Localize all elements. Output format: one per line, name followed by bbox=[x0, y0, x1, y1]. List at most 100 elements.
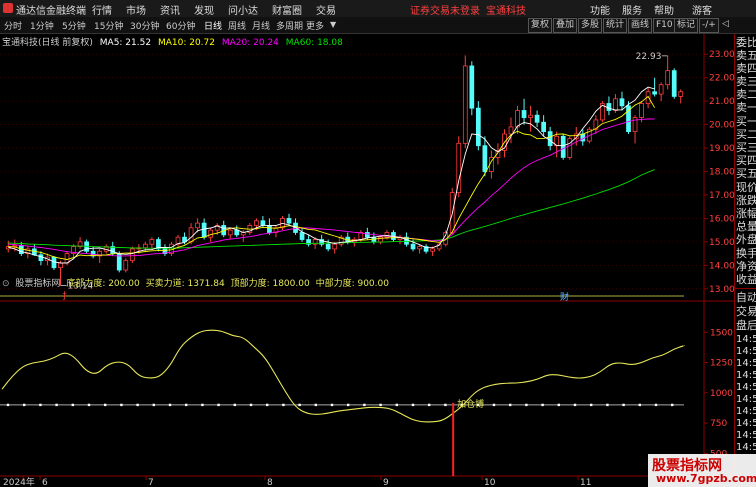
panel-trade[interactable]: 交易 bbox=[736, 306, 756, 318]
period-60min[interactable]: 60分钟 bbox=[166, 19, 195, 32]
btn-diejia[interactable]: 叠加 bbox=[553, 18, 578, 33]
period-30min[interactable]: 30分钟 bbox=[130, 19, 159, 32]
period-monthly[interactable]: 月线 bbox=[252, 19, 270, 32]
title-bar: 通达信金融终端 行情 市场 资讯 发现 问小达 财富圈 交易 证券交易未登录 宝… bbox=[0, 0, 756, 18]
period-toolbar: 分时 1分钟 5分钟 15分钟 30分钟 60分钟 日线 周线 月线 多周期 更… bbox=[0, 17, 756, 34]
menu-gongneng[interactable]: 功能 bbox=[590, 2, 610, 17]
candle-body bbox=[201, 222, 207, 238]
site-watermark: 股票指标网 www.7gpzb.com bbox=[648, 454, 756, 487]
candle-body bbox=[456, 142, 462, 194]
candle-body bbox=[619, 98, 625, 107]
menu-bangzhu[interactable]: 帮助 bbox=[654, 2, 674, 17]
x-tick-label: 8 bbox=[267, 478, 273, 487]
candle-body bbox=[475, 107, 481, 147]
stock-title: 宝通科技(日线 前复权) bbox=[2, 38, 93, 48]
high-price-label: 22.93 bbox=[636, 52, 662, 62]
mid-level-dot bbox=[379, 403, 382, 407]
btn-tongji[interactable]: 统计 bbox=[603, 18, 628, 33]
candle-body bbox=[580, 133, 586, 142]
price-tick-label: 21.00 bbox=[709, 97, 734, 107]
period-5min[interactable]: 5分钟 bbox=[62, 19, 86, 32]
candle-body bbox=[482, 145, 488, 172]
btn-fuquan[interactable]: 复权 bbox=[528, 18, 553, 33]
period-more[interactable]: 更多 bbox=[306, 19, 324, 32]
btn-duogu[interactable]: 多股 bbox=[578, 18, 603, 33]
menu-faxian[interactable]: 发现 bbox=[194, 2, 214, 17]
period-multi[interactable]: 多周期 bbox=[276, 19, 303, 32]
mid-level-dot bbox=[509, 403, 512, 407]
candle-body bbox=[560, 135, 566, 158]
menu-hangqing[interactable]: 行情 bbox=[92, 2, 112, 17]
user-guest[interactable]: 游客 bbox=[692, 2, 712, 17]
candle-body bbox=[58, 262, 63, 269]
indicator-name[interactable]: 股票指标网 bbox=[15, 279, 60, 289]
candle-body bbox=[665, 70, 671, 86]
x-tick-label: 2024年 bbox=[3, 476, 35, 487]
mid-level-dot bbox=[201, 403, 204, 407]
price-tick-label: 19.00 bbox=[709, 144, 734, 154]
quote-netasset: 净资 bbox=[736, 260, 756, 273]
candle-body bbox=[658, 84, 664, 95]
menu-fuwu[interactable]: 服务 bbox=[622, 2, 642, 17]
indicator-tick-label: 1250 bbox=[710, 359, 733, 369]
period-fenshi[interactable]: 分时 bbox=[4, 19, 22, 32]
tick-time: 14:5 bbox=[736, 334, 756, 345]
candle-body bbox=[639, 103, 644, 118]
top-force: 顶部力度: 1800.00 bbox=[230, 279, 310, 289]
mid-level-dot bbox=[606, 403, 609, 407]
trade-login-alert[interactable]: 证券交易未登录 bbox=[410, 2, 480, 17]
period-1min[interactable]: 1分钟 bbox=[30, 19, 54, 32]
ma5-line bbox=[8, 86, 655, 264]
more-dropdown-icon[interactable]: ▼ bbox=[330, 20, 336, 29]
mid-level-dot bbox=[185, 403, 188, 407]
period-15min[interactable]: 15分钟 bbox=[94, 19, 123, 32]
x-tick-label: 6 bbox=[42, 478, 48, 487]
collapse-icon[interactable]: ◁ bbox=[722, 19, 729, 29]
panel-auto[interactable]: 自动 bbox=[736, 292, 756, 304]
indicator-settings-icon[interactable]: ⊙ bbox=[2, 279, 10, 289]
btn-f10[interactable]: F10 bbox=[653, 18, 676, 33]
mid-level-dot bbox=[6, 403, 10, 407]
quote-volume: 总量 bbox=[736, 220, 756, 233]
price-tick-label: 13.00 bbox=[709, 285, 734, 295]
mid-level-dot bbox=[39, 403, 42, 407]
app-name: 通达信金融终端 bbox=[16, 6, 86, 17]
mid-level-dot bbox=[428, 403, 431, 407]
candle-body bbox=[267, 225, 272, 233]
panel-afterhours[interactable]: 盘后 bbox=[736, 320, 756, 332]
candle-body bbox=[528, 114, 533, 118]
ma5-value: MA5: 21.52 bbox=[99, 38, 152, 48]
mid-level-dot bbox=[654, 403, 658, 407]
btn-huaxian[interactable]: 画线 bbox=[628, 18, 653, 33]
quote-turnover: 换手 bbox=[736, 247, 756, 260]
candle-body bbox=[129, 248, 135, 262]
period-daily[interactable]: 日线 bbox=[204, 19, 222, 32]
mid-level-dot bbox=[120, 403, 123, 407]
menu-wenxiaoda[interactable]: 问小达 bbox=[228, 2, 258, 17]
price-tick-label: 22.00 bbox=[709, 74, 734, 84]
menu-shichang[interactable]: 市场 bbox=[126, 2, 146, 17]
mid-level-dot bbox=[411, 403, 415, 407]
quote-change-pct: 涨幅 bbox=[736, 207, 756, 220]
main-chart-header: 宝通科技(日线 前复权) MA5: 21.52 MA10: 20.72 MA20… bbox=[2, 35, 347, 48]
quote-price: 现价 bbox=[736, 181, 756, 194]
price-tick-label: 15.00 bbox=[709, 238, 734, 248]
period-weekly[interactable]: 周线 bbox=[228, 19, 246, 32]
menu-caifuquan[interactable]: 财富圈 bbox=[272, 2, 302, 17]
quote-outer: 外盘 bbox=[736, 233, 756, 246]
mid-level-dot bbox=[168, 403, 172, 407]
mid-level-dot bbox=[330, 403, 334, 407]
menu-jiaoyi[interactable]: 交易 bbox=[316, 2, 336, 17]
bottom-force: 底部力度: 200.00 bbox=[66, 279, 140, 289]
app-logo-icon bbox=[3, 3, 13, 13]
quote-panel: 委比 卖五 卖四 卖三 卖二 卖一 买一 买二 买三 买四 买五 现价 涨跌 涨… bbox=[734, 34, 756, 487]
menu-zixun[interactable]: 资讯 bbox=[160, 2, 180, 17]
price-tick-label: 17.00 bbox=[709, 191, 734, 201]
btn-zoom[interactable]: -/+ bbox=[699, 18, 719, 33]
candle-body bbox=[227, 229, 233, 236]
btn-biaoji[interactable]: 标记 bbox=[674, 18, 699, 33]
finance-mark: 财 bbox=[560, 291, 569, 303]
stock-link[interactable]: 宝通科技 bbox=[486, 2, 526, 17]
indicator-line bbox=[1, 329, 685, 423]
tick-time: 14:5 bbox=[736, 418, 756, 429]
